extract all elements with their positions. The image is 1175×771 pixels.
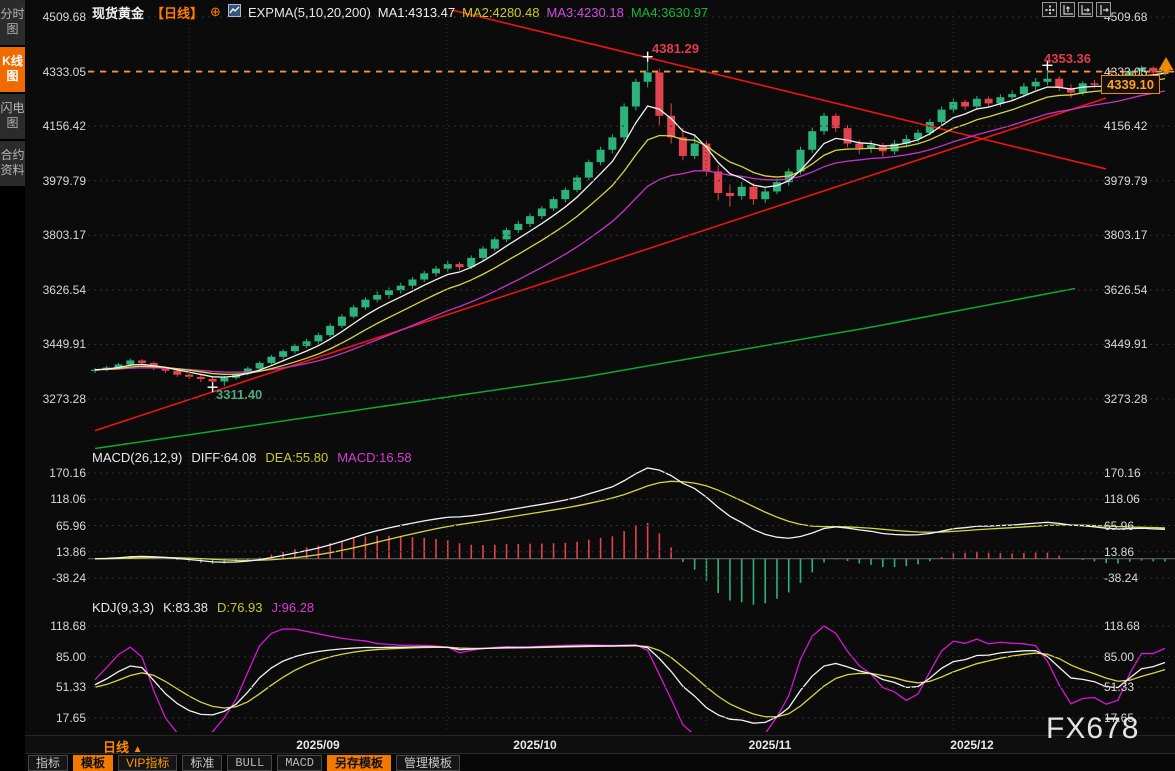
tab-manage-template[interactable]: 管理模板	[396, 755, 460, 771]
y-axis-tick: 85.00	[1104, 650, 1172, 664]
ma3-value: MA3:4230.18	[546, 5, 623, 20]
kdj-panel-title: KDJ(9,3,3) K:83.38 D:76.93 J:96.28	[92, 600, 314, 615]
tab-save-template[interactable]: 另存模板	[327, 755, 391, 771]
y-axis-tick: 65.96	[28, 519, 86, 533]
y-axis-tick: 4156.42	[1104, 119, 1172, 133]
y-axis-tick: 118.06	[28, 492, 86, 506]
y-axis-tick: 65.96	[1104, 519, 1172, 533]
y-axis-tick: 3273.28	[28, 392, 86, 406]
tab-template[interactable]: 模板	[73, 755, 113, 771]
x-axis-row: 日线 ▲ 2025/092025/102025/112025/12	[0, 735, 1175, 753]
ma4-value: MA4:3630.97	[631, 5, 708, 20]
ma1-value: MA1:4313.47	[378, 5, 455, 20]
add-indicator-icon[interactable]: ⊕	[210, 4, 221, 20]
tab-standard[interactable]: 标准	[182, 755, 222, 771]
x-axis-month-label: 2025/09	[296, 738, 339, 752]
period-tag[interactable]: 【日线】	[151, 3, 203, 22]
fx678-watermark: FX678	[1046, 712, 1139, 746]
kdj-j-value: J:96.28	[272, 600, 315, 615]
y-axis-tick: 4333.05	[28, 65, 86, 79]
y-axis-tick: 13.86	[28, 545, 86, 559]
sidebar-tab-lightning-chart[interactable]: 闪电图	[0, 94, 25, 139]
chart-toolbar	[1042, 2, 1111, 17]
tab-vip-indicators[interactable]: VIP指标	[118, 755, 177, 771]
tab-bull[interactable]: BULL	[227, 755, 272, 771]
indicator-name: EXPMA(5,10,20,200)	[248, 5, 371, 20]
shift-right-icon[interactable]	[1096, 2, 1111, 17]
y-axis-tick: 51.33	[28, 680, 86, 694]
y-axis-tick: 17.65	[28, 711, 86, 725]
x-axis-scale-icon[interactable]	[1078, 2, 1093, 17]
ma2-value: MA2:4280.48	[462, 5, 539, 20]
macd-hist-value: MACD:16.58	[337, 450, 411, 465]
x-axis-month-label: 2025/10	[513, 738, 556, 752]
y-axis-tick: 118.06	[1104, 492, 1172, 506]
chart-header: 现货黄金 【日线】 ⊕ EXPMA(5,10,20,200) MA1:4313.…	[92, 3, 708, 21]
y-axis-tick: 4156.42	[28, 119, 86, 133]
y-axis-tick: 4509.68	[28, 10, 86, 24]
y-axis-tick: 3626.54	[28, 283, 86, 297]
y-axis-tick: 170.16	[1104, 466, 1172, 480]
y-axis-tick: 3449.91	[28, 337, 86, 351]
y-axis-tick: -38.24	[28, 571, 86, 585]
recent-high-label: 4353.36	[1044, 51, 1091, 66]
macd-diff-value: DIFF:64.08	[191, 450, 256, 465]
sidebar: 分时图 K线图 闪电图 合约资料	[0, 0, 25, 771]
y-axis-tick: 118.68	[1104, 619, 1172, 633]
kdj-title: KDJ(9,3,3)	[92, 600, 154, 615]
macd-panel-title: MACD(26,12,9) DIFF:64.08 DEA:55.80 MACD:…	[92, 450, 412, 465]
crosshair-icon[interactable]	[1042, 2, 1057, 17]
main-chart-canvas[interactable]	[0, 0, 1175, 771]
sidebar-tab-time-chart[interactable]: 分时图	[0, 0, 25, 45]
y-axis-tick: 118.68	[28, 619, 86, 633]
y-axis-tick: -38.24	[1104, 571, 1172, 585]
y-axis-tick: 170.16	[28, 466, 86, 480]
y-axis-tick: 3979.79	[1104, 174, 1172, 188]
kdj-k-value: K:83.38	[163, 600, 208, 615]
y-axis-tick: 4509.68	[1104, 10, 1172, 24]
macd-title: MACD(26,12,9)	[92, 450, 182, 465]
bottom-toolbar: 指标 模板 VIP指标 标准 BULL MACD 另存模板 管理模板	[25, 753, 1175, 771]
peak-price-label: 4381.29	[652, 41, 699, 56]
symbol-name: 现货黄金	[92, 3, 144, 22]
low-price-label: 3311.40	[216, 387, 262, 402]
last-price-badge: 4339.10	[1101, 75, 1160, 94]
macd-dea-value: DEA:55.80	[265, 450, 328, 465]
y-axis-tick: 3803.17	[28, 228, 86, 242]
sidebar-tab-contract-info[interactable]: 合约资料	[0, 141, 25, 186]
y-axis-tick: 13.86	[1104, 545, 1172, 559]
y-axis-tick: 3449.91	[1104, 337, 1172, 351]
y-axis-tick: 3803.17	[1104, 228, 1172, 242]
x-axis-month-label: 2025/11	[749, 738, 792, 752]
y-axis-tick: 85.00	[28, 650, 86, 664]
y-axis-scale-icon[interactable]	[1060, 2, 1075, 17]
tab-macd[interactable]: MACD	[277, 755, 322, 771]
y-axis-tick: 3626.54	[1104, 283, 1172, 297]
y-axis-tick: 3273.28	[1104, 392, 1172, 406]
sidebar-tab-kline-chart[interactable]: K线图	[0, 47, 25, 92]
app-window: 分时图 K线图 闪电图 合约资料 现货黄金 【日线】 ⊕ EXPMA(5,10,…	[0, 0, 1175, 771]
y-axis-tick: 3979.79	[28, 174, 86, 188]
x-axis-month-label: 2025/12	[950, 738, 993, 752]
tab-indicators[interactable]: 指标	[28, 755, 68, 771]
y-axis-tick: 51.33	[1104, 680, 1172, 694]
kdj-d-value: D:76.93	[217, 600, 263, 615]
mini-chart-icon	[228, 4, 241, 20]
